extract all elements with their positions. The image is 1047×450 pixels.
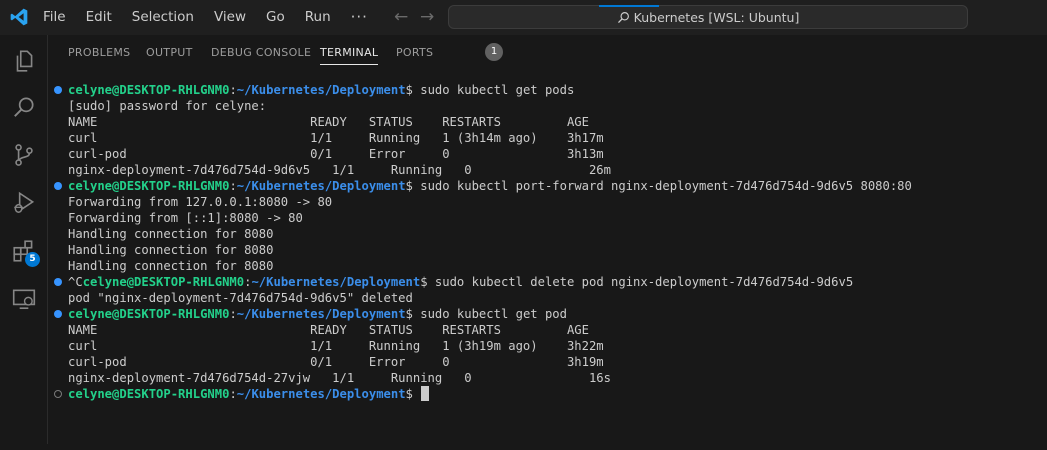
prompt-user: celyne@DESKTOP-RHLGNM0 (68, 83, 230, 97)
prompt-prefix: ^C (68, 275, 83, 289)
prompt-command: sudo kubectl get pod (412, 307, 567, 321)
menu-edit[interactable]: Edit (76, 0, 122, 35)
search-icon (14, 97, 34, 117)
menu-more[interactable]: ··· (341, 0, 378, 35)
prompt-dollar: $ (405, 83, 413, 97)
prompt-colon: : (229, 387, 237, 401)
prompt-command: sudo kubectl get pods (412, 83, 575, 97)
prompt-line: celyne@DESKTOP-RHLGNM0:~/Kubernetes/Depl… (54, 82, 574, 98)
activity-source-control[interactable] (0, 131, 48, 179)
remote-explorer-icon (12, 289, 36, 310)
prompt-line: celyne@DESKTOP-RHLGNM0:~/Kubernetes/Depl… (54, 386, 429, 402)
prompt-user: celyne@DESKTOP-RHLGNM0 (68, 179, 230, 193)
tab-problems[interactable]: PROBLEMS (68, 35, 130, 71)
menu-selection[interactable]: Selection (122, 0, 204, 35)
command-status-dot (54, 310, 62, 318)
prompt-dollar: $ (405, 307, 413, 321)
menu-view[interactable]: View (204, 0, 256, 35)
menu-file[interactable]: File (33, 0, 76, 35)
tab-output[interactable]: OUTPUT (146, 35, 193, 71)
tab-terminal[interactable]: TERMINAL (320, 35, 379, 71)
prompt-dollar: $ (420, 275, 428, 289)
prompt-colon: : (229, 83, 237, 97)
title-bar: File Edit Selection View Go Run ··· ← → … (0, 0, 1047, 35)
forward-arrow-icon[interactable]: → (420, 9, 434, 26)
prompt-user: celyne@DESKTOP-RHLGNM0 (82, 275, 245, 289)
activity-explorer[interactable] (0, 37, 48, 85)
activity-extensions[interactable]: 5 (0, 227, 48, 275)
prompt-user: celyne@DESKTOP-RHLGNM0 (68, 307, 230, 321)
prompt-path: ~/Kubernetes/Deployment (236, 179, 406, 193)
prompt-path: ~/Kubernetes/Deployment (251, 275, 421, 289)
prompt-command: sudo kubectl delete pod nginx-deployment… (427, 275, 854, 289)
explorer-icon (16, 50, 33, 72)
prompt-colon: : (229, 179, 237, 193)
menu-run[interactable]: Run (295, 0, 341, 35)
command-status-dot (54, 182, 62, 190)
prompt-colon: : (229, 307, 237, 321)
menu-go[interactable]: Go (256, 0, 295, 35)
prompt-line: celyne@DESKTOP-RHLGNM0:~/Kubernetes/Depl… (54, 306, 567, 322)
menu-bar: File Edit Selection View Go Run ··· (33, 0, 378, 35)
activity-run-debug[interactable] (0, 179, 48, 227)
tab-ports[interactable]: PORTS (396, 35, 433, 71)
prompt-line: ^Ccelyne@DESKTOP-RHLGNM0:~/Kubernetes/De… (54, 274, 853, 290)
prompt-dollar: $ (405, 179, 413, 193)
search-accent-bar (599, 5, 659, 7)
ports-count-badge: 1 (485, 43, 503, 61)
prompt-line: celyne@DESKTOP-RHLGNM0:~/Kubernetes/Depl… (54, 178, 912, 194)
command-status-dot (54, 86, 62, 94)
vscode-logo-icon[interactable] (9, 7, 29, 27)
search-box-text: Kubernetes [WSL: Ubuntu] (633, 9, 800, 25)
back-arrow-icon[interactable]: ← (394, 9, 408, 26)
extensions-badge: 5 (25, 252, 40, 267)
activity-remote-explorer[interactable] (0, 275, 48, 323)
terminal-cursor[interactable] (420, 386, 429, 401)
command-status-dot (54, 278, 62, 286)
prompt-path: ~/Kubernetes/Deployment (236, 83, 406, 97)
search-icon (617, 11, 629, 23)
activity-search[interactable] (0, 83, 48, 131)
prompt-command: sudo kubectl port-forward nginx-deployme… (412, 179, 912, 193)
panel-tabs: PROBLEMS OUTPUT DEBUG CONSOLE TERMINAL P… (48, 35, 1047, 71)
prompt-path: ~/Kubernetes/Deployment (236, 387, 406, 401)
prompt-user: celyne@DESKTOP-RHLGNM0 (68, 387, 230, 401)
prompt-dollar: $ (405, 387, 413, 401)
tab-debug-console[interactable]: DEBUG CONSOLE (211, 35, 311, 71)
run-debug-icon (14, 191, 35, 213)
command-center-search[interactable]: Kubernetes [WSL: Ubuntu] (448, 5, 968, 29)
activity-bar: 5 (0, 35, 48, 444)
source-control-icon (15, 144, 33, 166)
terminal-output[interactable]: celyne@DESKTOP-RHLGNM0:~/Kubernetes/Depl… (54, 82, 1044, 422)
prompt-path: ~/Kubernetes/Deployment (236, 307, 406, 321)
command-status-dot (54, 390, 62, 398)
